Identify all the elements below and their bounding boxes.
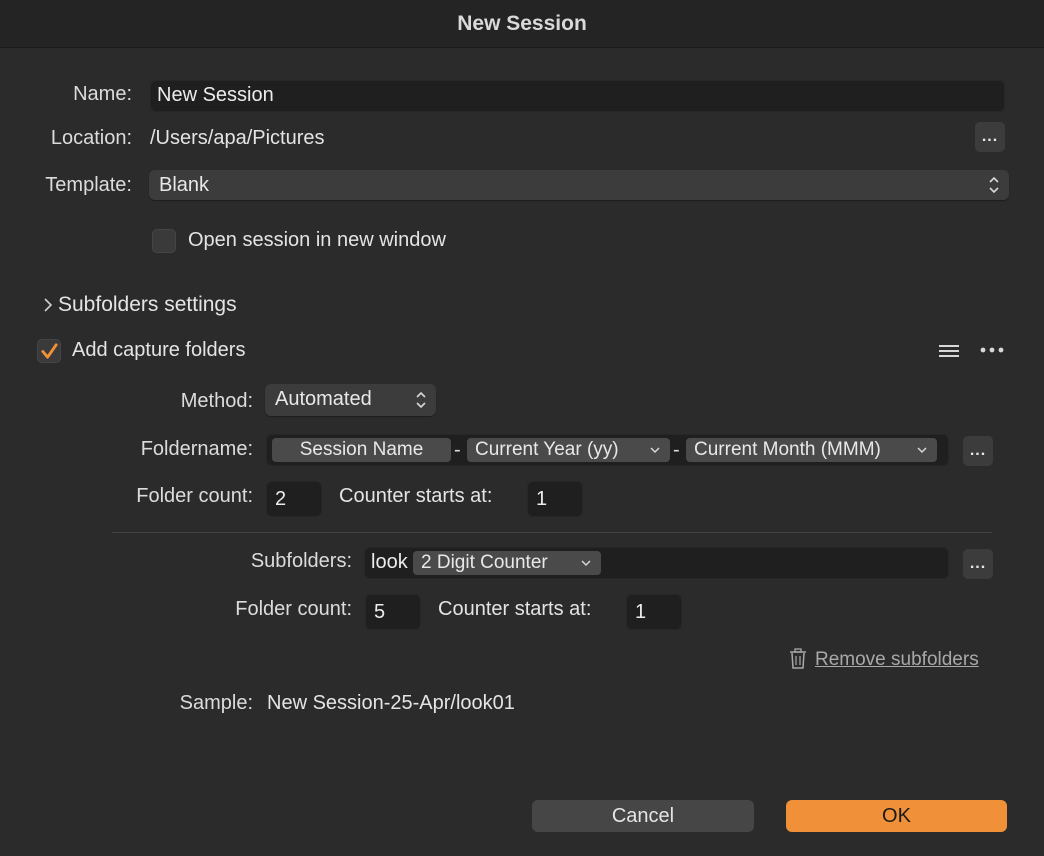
chevron-down-icon	[581, 560, 591, 567]
subfolders-folder-count-input[interactable]: 5	[365, 594, 421, 630]
subfolders-more-button[interactable]: ...	[963, 549, 993, 579]
method-select-value: Automated	[275, 388, 372, 410]
location-label: Location:	[50, 127, 132, 149]
method-label: Method:	[180, 390, 253, 412]
section-divider	[112, 532, 992, 533]
title-bar: New Session	[0, 0, 1044, 48]
template-label: Template:	[45, 174, 132, 196]
add-capture-folders-checkbox[interactable]	[37, 339, 61, 363]
chevron-down-icon	[917, 447, 927, 454]
open-new-window-checkbox[interactable]	[152, 229, 176, 253]
template-select[interactable]: Blank	[149, 170, 1009, 200]
location-browse-button[interactable]: ...	[975, 122, 1005, 152]
capture-counter-starts-input[interactable]: 1	[527, 481, 583, 517]
foldername-label: Foldername:	[140, 438, 253, 460]
token-current-year-label: Current Year (yy)	[475, 439, 619, 460]
cancel-button[interactable]: Cancel	[532, 800, 754, 832]
token-session-name[interactable]: Session Name	[272, 438, 451, 462]
sample-label: Sample:	[179, 692, 253, 714]
subfolders-counter-starts-input[interactable]: 1	[626, 594, 682, 630]
capture-counter-starts-label: Counter starts at:	[339, 485, 493, 507]
updown-chevron-icon	[989, 176, 999, 194]
open-new-window-label: Open session in new window	[188, 229, 446, 251]
chevron-right-icon[interactable]	[42, 296, 54, 314]
token-current-month-label: Current Month (MMM)	[694, 439, 881, 460]
window-title: New Session	[457, 11, 587, 35]
ok-button[interactable]: OK	[786, 800, 1007, 832]
method-select[interactable]: Automated	[265, 384, 436, 416]
name-input[interactable]: New Session	[150, 80, 1005, 112]
list-menu-icon[interactable]	[938, 343, 960, 359]
token-separator: -	[454, 439, 461, 461]
name-label: Name:	[73, 83, 132, 105]
add-capture-folders-label: Add capture folders	[72, 339, 246, 361]
more-options-icon[interactable]	[979, 346, 1005, 354]
sample-value: New Session-25-Apr/look01	[267, 692, 515, 714]
token-2-digit-counter-label: 2 Digit Counter	[421, 552, 548, 573]
template-select-value: Blank	[159, 174, 210, 196]
subfolders-label: Subfolders:	[250, 550, 352, 572]
chevron-down-icon	[650, 447, 660, 454]
subfolders-folder-count-label: Folder count:	[235, 598, 352, 620]
token-separator: -	[673, 439, 680, 461]
foldername-more-button[interactable]: ...	[963, 436, 993, 466]
subfolders-counter-starts-label: Counter starts at:	[438, 598, 592, 620]
remove-subfolders-link[interactable]: Remove subfolders	[815, 648, 979, 672]
token-current-month[interactable]: Current Month (MMM)	[686, 438, 937, 462]
checkmark-icon	[41, 343, 58, 359]
trash-icon[interactable]	[788, 648, 808, 670]
token-2-digit-counter[interactable]: 2 Digit Counter	[413, 551, 601, 575]
location-path: /Users/apa/Pictures	[150, 127, 325, 149]
updown-chevron-icon	[416, 391, 426, 409]
token-current-year[interactable]: Current Year (yy)	[467, 438, 670, 462]
capture-folder-count-label: Folder count:	[136, 485, 253, 507]
subfolders-settings-label[interactable]: Subfolders settings	[58, 293, 237, 317]
subfolders-prefix: look	[371, 551, 408, 573]
capture-folder-count-input[interactable]: 2	[266, 481, 322, 517]
